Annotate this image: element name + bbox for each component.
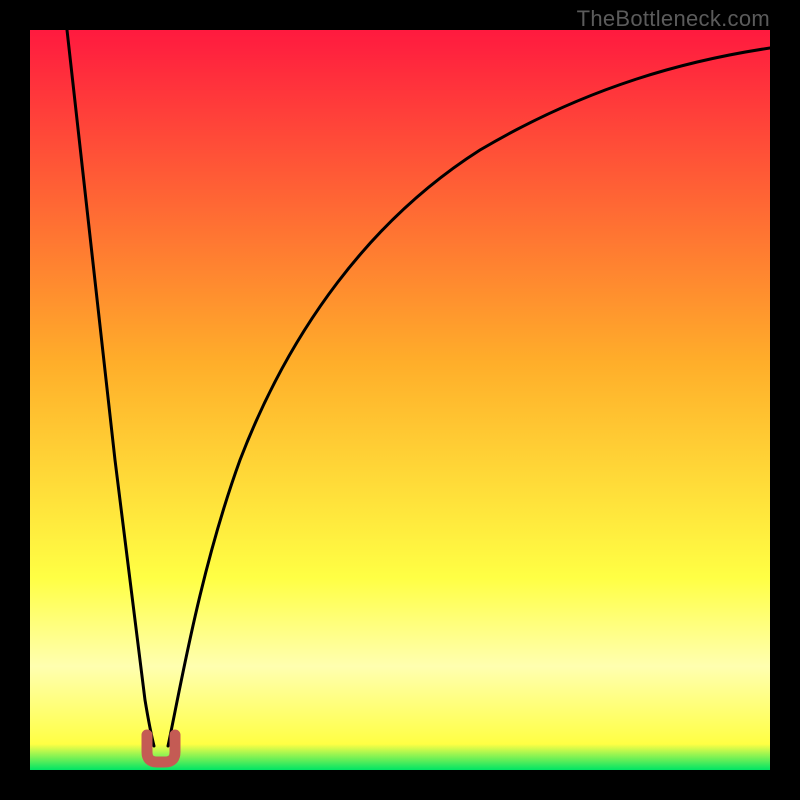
bottleneck-curve bbox=[30, 30, 770, 770]
minimum-marker-icon bbox=[147, 735, 175, 762]
plot-area bbox=[30, 30, 770, 770]
chart-frame: TheBottleneck.com bbox=[0, 0, 800, 800]
watermark-text: TheBottleneck.com bbox=[577, 6, 770, 32]
